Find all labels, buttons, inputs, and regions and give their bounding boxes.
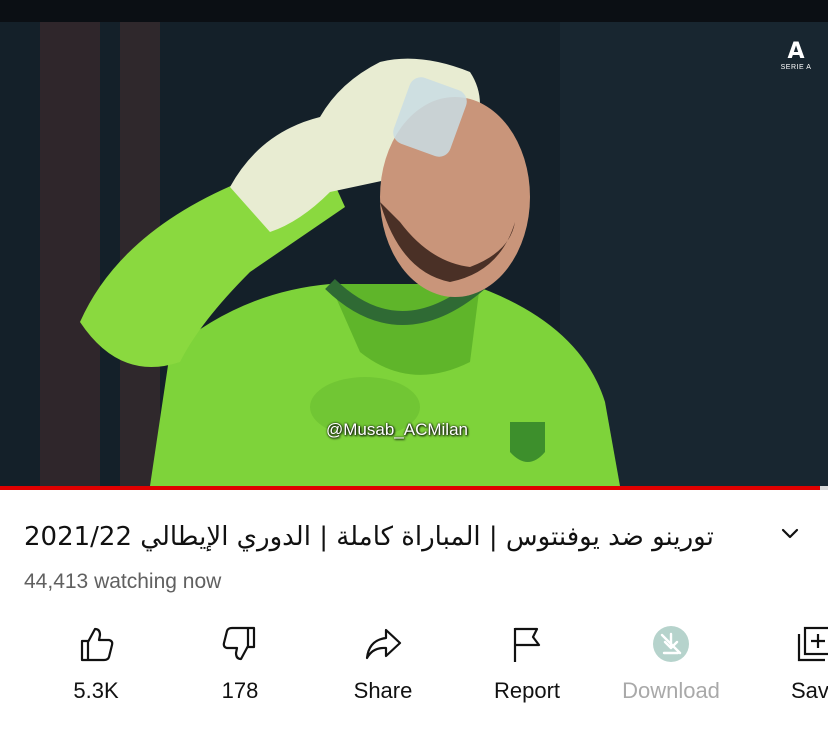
download-icon <box>653 626 689 662</box>
video-progress-fill <box>0 486 820 490</box>
chevron-down-icon[interactable] <box>778 522 802 546</box>
share-button[interactable]: Share <box>323 620 443 720</box>
live-viewer-count: 44,413 watching now <box>24 570 222 593</box>
top-status-strip <box>0 0 828 22</box>
video-progress-bar[interactable] <box>0 486 828 490</box>
flag-icon <box>513 627 541 662</box>
download-label: Download <box>622 678 720 703</box>
like-count: 5.3K <box>73 678 119 703</box>
save-label: Save <box>791 678 828 703</box>
serie-a-logo-icon: A <box>787 39 805 64</box>
share-label: Share <box>353 678 413 703</box>
report-label: Report <box>493 678 561 703</box>
video-title-row[interactable]: تورينو ضد يوفنتوس | المباراة كاملة | الد… <box>24 518 804 558</box>
dislike-count: 178 <box>221 678 259 703</box>
dislike-button[interactable]: 178 <box>180 620 300 720</box>
save-button[interactable]: Save <box>755 620 828 720</box>
video-player[interactable]: A SERIE A @Musab_ACMilan <box>0 22 828 486</box>
serie-a-label: SERIE A <box>780 64 812 71</box>
video-frame <box>0 22 828 486</box>
thumbs-down-icon <box>222 626 256 661</box>
download-button[interactable]: Download <box>611 620 731 720</box>
report-button[interactable]: Report <box>467 620 587 720</box>
video-title: تورينو ضد يوفنتوس | المباراة كاملة | الد… <box>24 522 714 552</box>
action-bar: 5.3K 178 Share Report Download Sav <box>0 620 828 720</box>
thumbs-up-icon <box>80 627 114 662</box>
video-watermark: @Musab_ACMilan <box>326 420 468 439</box>
like-button[interactable]: 5.3K <box>36 620 156 720</box>
serie-a-badge: A SERIE A <box>778 40 814 86</box>
save-playlist-icon <box>797 626 828 662</box>
share-icon <box>365 628 402 660</box>
